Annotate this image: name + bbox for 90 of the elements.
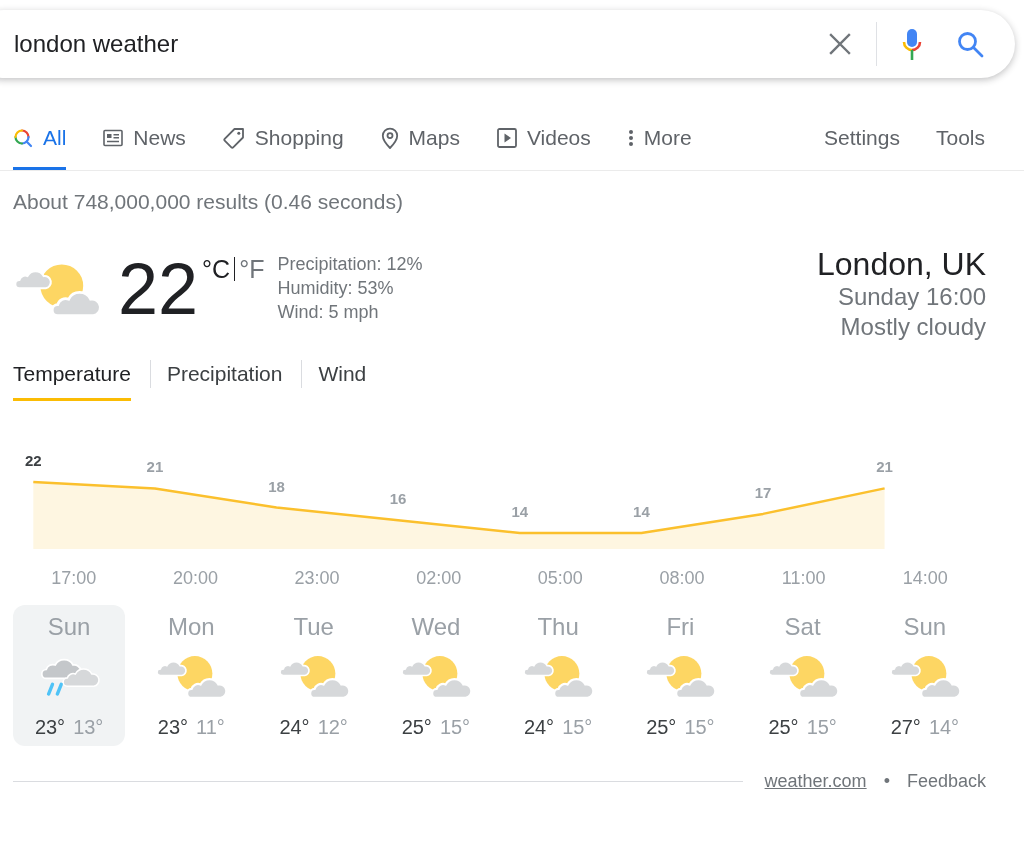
day-name: Sat xyxy=(784,613,821,641)
partly-cloudy-icon xyxy=(156,654,227,700)
high-temperature: 23° xyxy=(157,715,189,739)
nav-link[interactable]: Settings xyxy=(824,126,900,150)
day-name: Sun xyxy=(47,613,91,641)
day-name: Wed xyxy=(411,613,461,641)
weather-detail: Precipitation: 12% xyxy=(277,253,423,276)
day-card[interactable]: Sat 25° 15° xyxy=(746,605,859,746)
axis-label: 17:00 xyxy=(51,568,97,588)
chart-tab[interactable]: Precipitation xyxy=(166,362,283,401)
feedback-link[interactable]: Feedback xyxy=(906,769,986,793)
data-label: 21 xyxy=(146,458,164,476)
axis-label: 11:00 xyxy=(781,568,826,588)
search-tab[interactable]: Videos xyxy=(496,115,591,170)
search-tab[interactable]: All xyxy=(13,115,67,170)
low-temperature: 14° xyxy=(928,715,960,739)
search-tab[interactable]: More xyxy=(627,115,692,170)
day-card[interactable]: Sun 27° 14° xyxy=(868,605,981,746)
partly-cloudy-icon xyxy=(400,654,471,700)
microphone-icon xyxy=(902,28,922,60)
day-name: Tue xyxy=(293,613,334,641)
partly-cloudy-icon xyxy=(645,654,716,700)
location-title: London, UK xyxy=(817,246,986,282)
day-name: Sun xyxy=(903,613,947,641)
day-card[interactable]: Thu 24° 15° xyxy=(502,605,615,746)
map-pin-icon xyxy=(380,127,399,149)
weather-condition: Mostly cloudy xyxy=(840,312,986,342)
weather-detail: Wind: 5 mph xyxy=(277,301,379,324)
high-temperature: 25° xyxy=(401,715,432,739)
play-icon xyxy=(496,128,517,148)
low-temperature: 15° xyxy=(684,715,715,739)
low-temperature: 11° xyxy=(196,715,225,739)
day-card[interactable]: Tue 24° 12° xyxy=(257,605,370,746)
search-tab[interactable]: Shopping xyxy=(222,115,344,170)
axis-label: 20:00 xyxy=(172,568,218,588)
low-temperature: 13° xyxy=(73,715,104,739)
search-tab[interactable]: News xyxy=(103,115,186,170)
nav-link[interactable]: Tools xyxy=(935,126,985,150)
data-label: 16 xyxy=(389,490,407,508)
search-input[interactable]: london weather xyxy=(14,24,820,64)
tag-icon xyxy=(222,127,245,149)
vertical-dots-icon xyxy=(627,129,634,147)
close-icon xyxy=(829,33,851,55)
data-label: 22 xyxy=(24,452,42,469)
low-temperature: 15° xyxy=(562,715,593,739)
partly-cloudy-icon xyxy=(278,654,349,700)
partly-cloudy-icon xyxy=(767,654,838,700)
axis-label: 23:00 xyxy=(294,568,340,588)
low-temperature: 12° xyxy=(317,715,348,739)
day-card[interactable]: Sun 23° 13° xyxy=(13,605,126,746)
search-icon xyxy=(956,30,984,58)
high-temperature: 27° xyxy=(890,715,921,739)
data-label: 18 xyxy=(268,477,285,495)
day-card[interactable]: Fri 25° 15° xyxy=(624,605,737,746)
chart-tab[interactable]: Wind xyxy=(318,362,367,401)
axis-label: 05:00 xyxy=(537,568,583,588)
partly-cloudy-icon xyxy=(14,262,100,318)
high-temperature: 24° xyxy=(279,715,310,739)
search-icon xyxy=(13,128,33,148)
low-temperature: 15° xyxy=(806,715,837,739)
data-label: 14 xyxy=(511,503,529,520)
separator-dot: • xyxy=(883,770,890,793)
high-temperature: 25° xyxy=(768,715,799,739)
partly-cloudy-icon xyxy=(889,654,960,700)
high-temperature: 25° xyxy=(646,715,677,739)
axis-label: 14:00 xyxy=(902,568,948,588)
day-name: Fri xyxy=(666,613,695,641)
chart-tab[interactable]: Temperature xyxy=(13,362,131,401)
day-name: Mon xyxy=(168,613,215,641)
day-card[interactable]: Mon 23° 11° xyxy=(135,605,248,746)
unit-toggle[interactable]: °C xyxy=(202,254,231,284)
data-label: 21 xyxy=(876,458,893,476)
result-stats: About 748,000,000 results (0.46 seconds) xyxy=(13,190,403,214)
high-temperature: 23° xyxy=(34,715,66,739)
source-link[interactable]: weather.com xyxy=(764,769,867,793)
low-temperature: 15° xyxy=(439,715,471,739)
data-label: 14 xyxy=(633,503,650,520)
unit-toggle[interactable]: °F xyxy=(239,254,265,284)
newspaper-icon xyxy=(103,129,124,147)
data-label: 17 xyxy=(754,483,772,501)
weather-detail: Humidity: 53% xyxy=(277,277,394,300)
search-tab[interactable]: Maps xyxy=(380,115,460,170)
axis-label: 08:00 xyxy=(659,568,705,588)
high-temperature: 24° xyxy=(523,715,555,739)
day-card[interactable]: Wed 25° 15° xyxy=(379,605,492,746)
partly-cloudy-icon xyxy=(523,654,594,700)
axis-label: 02:00 xyxy=(416,568,462,588)
day-name: Thu xyxy=(537,613,579,641)
current-temperature: 22 xyxy=(118,253,199,325)
date-time: Sunday 16:00 xyxy=(837,282,986,312)
